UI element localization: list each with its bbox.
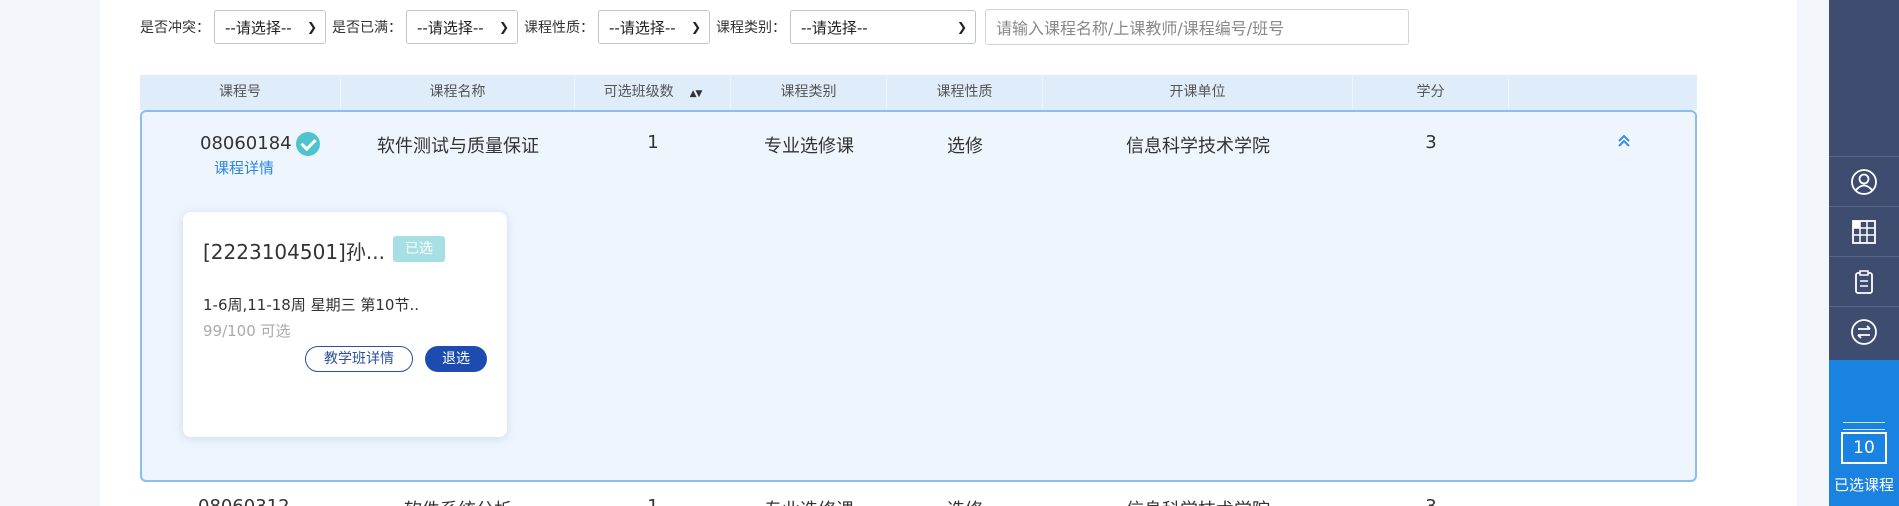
sidebar-item-profile[interactable]: [1829, 156, 1899, 206]
course-code: 08060184: [200, 133, 292, 154]
table-row[interactable]: 08060312 软件系统分析 1 专业选修课 选修 信息科学技术学院 3: [140, 496, 1697, 506]
nature-filter-value: --请选择--: [609, 18, 676, 37]
swap-icon: [1851, 318, 1877, 345]
nature-filter-select[interactable]: --请选择-- ❯: [598, 10, 710, 44]
header-department: 开课单位: [1043, 75, 1353, 110]
selected-badge: 已选: [393, 236, 445, 262]
check-circle-icon: [295, 132, 320, 156]
class-detail-button[interactable]: 教学班详情: [305, 346, 413, 372]
chevron-down-icon: ❯: [690, 20, 701, 34]
category-filter-select[interactable]: --请选择-- ❯: [790, 10, 976, 44]
category-filter-value: --请选择--: [801, 18, 868, 37]
course-credit: 3: [1425, 132, 1437, 153]
right-sidebar: 10 已选课程: [1829, 0, 1899, 506]
selected-courses-label: 已选课程: [1833, 476, 1894, 494]
user-icon: [1851, 168, 1877, 195]
course-nature: 选修: [887, 496, 1043, 506]
sidebar-item-swap[interactable]: [1829, 306, 1899, 356]
full-filter-value: --请选择--: [417, 18, 484, 37]
class-card: [2223104501]孙... 已选 1-6周,11-18周 星期三 第10节…: [183, 212, 507, 437]
filter-bar: 是否冲突： --请选择-- ❯ 是否已满： --请选择-- ❯ 课程性质： --…: [140, 10, 982, 44]
class-card-title: [2223104501]孙...: [203, 240, 385, 264]
clipboard-icon: [1855, 269, 1873, 294]
course-department: 信息科学技术学院: [1043, 496, 1353, 506]
header-class-count[interactable]: 可选班级数 ▲▼: [575, 75, 731, 110]
collapse-up-icon[interactable]: [1615, 132, 1633, 150]
chevron-down-icon: ❯: [498, 20, 509, 34]
header-course-code: 课程号: [140, 75, 341, 110]
chevron-down-icon: ❯: [956, 20, 967, 34]
sidebar-item-timetable[interactable]: [1829, 206, 1899, 256]
table-header: 课程号 课程名称 可选班级数 ▲▼ 课程类别 课程性质 开课单位 学分: [140, 75, 1697, 110]
header-category: 课程类别: [731, 75, 887, 110]
course-name: 软件测试与质量保证: [377, 136, 539, 157]
full-filter-select[interactable]: --请选择-- ❯: [406, 10, 518, 44]
class-count: 1: [575, 496, 731, 506]
drop-course-button[interactable]: 退选: [425, 346, 487, 372]
class-count: 1: [647, 132, 659, 153]
full-filter-label: 是否已满：: [332, 20, 402, 36]
course-credit: 3: [1353, 496, 1509, 506]
course-code: 08060312: [198, 496, 290, 506]
timetable-icon: [1852, 219, 1876, 244]
class-capacity: 99/100 可选: [203, 322, 291, 340]
course-nature: 选修: [947, 136, 983, 157]
course-detail-link[interactable]: 课程详情: [214, 157, 274, 178]
conflict-filter-label: 是否冲突：: [140, 20, 210, 36]
header-credit: 学分: [1353, 75, 1509, 110]
selected-courses-panel[interactable]: 10 已选课程: [1829, 360, 1899, 506]
sidebar-item-clipboard[interactable]: [1829, 256, 1899, 306]
course-department: 信息科学技术学院: [1126, 136, 1270, 157]
table-row[interactable]: 08060184 课程详情 软件测试与质量保证 1 专业选修课 选修 信息科学技…: [140, 110, 1697, 482]
header-class-count-label: 可选班级数: [603, 84, 674, 100]
conflict-filter-value: --请选择--: [225, 18, 292, 37]
course-code-cell: 08060184: [200, 132, 320, 156]
nature-filter-label: 课程性质：: [524, 20, 594, 36]
class-schedule: 1-6周,11-18周 星期三 第10节..: [203, 296, 420, 314]
course-category: 专业选修课: [731, 496, 887, 506]
chevron-down-icon: ❯: [306, 20, 317, 34]
course-category: 专业选修课: [764, 136, 854, 157]
stack-lines: [1843, 422, 1885, 430]
course-name: 软件系统分析: [341, 496, 575, 506]
header-nature: 课程性质: [887, 75, 1043, 110]
category-filter-label: 课程类别：: [716, 20, 786, 36]
sort-icon[interactable]: ▲▼: [690, 89, 703, 99]
header-course-name: 课程名称: [341, 75, 575, 110]
search-input[interactable]: 请输入课程名称/上课教师/课程编号/班号: [985, 9, 1409, 45]
selected-count: 10: [1841, 432, 1887, 464]
search-placeholder: 请输入课程名称/上课教师/课程编号/班号: [996, 19, 1285, 38]
conflict-filter-select[interactable]: --请选择-- ❯: [214, 10, 326, 44]
